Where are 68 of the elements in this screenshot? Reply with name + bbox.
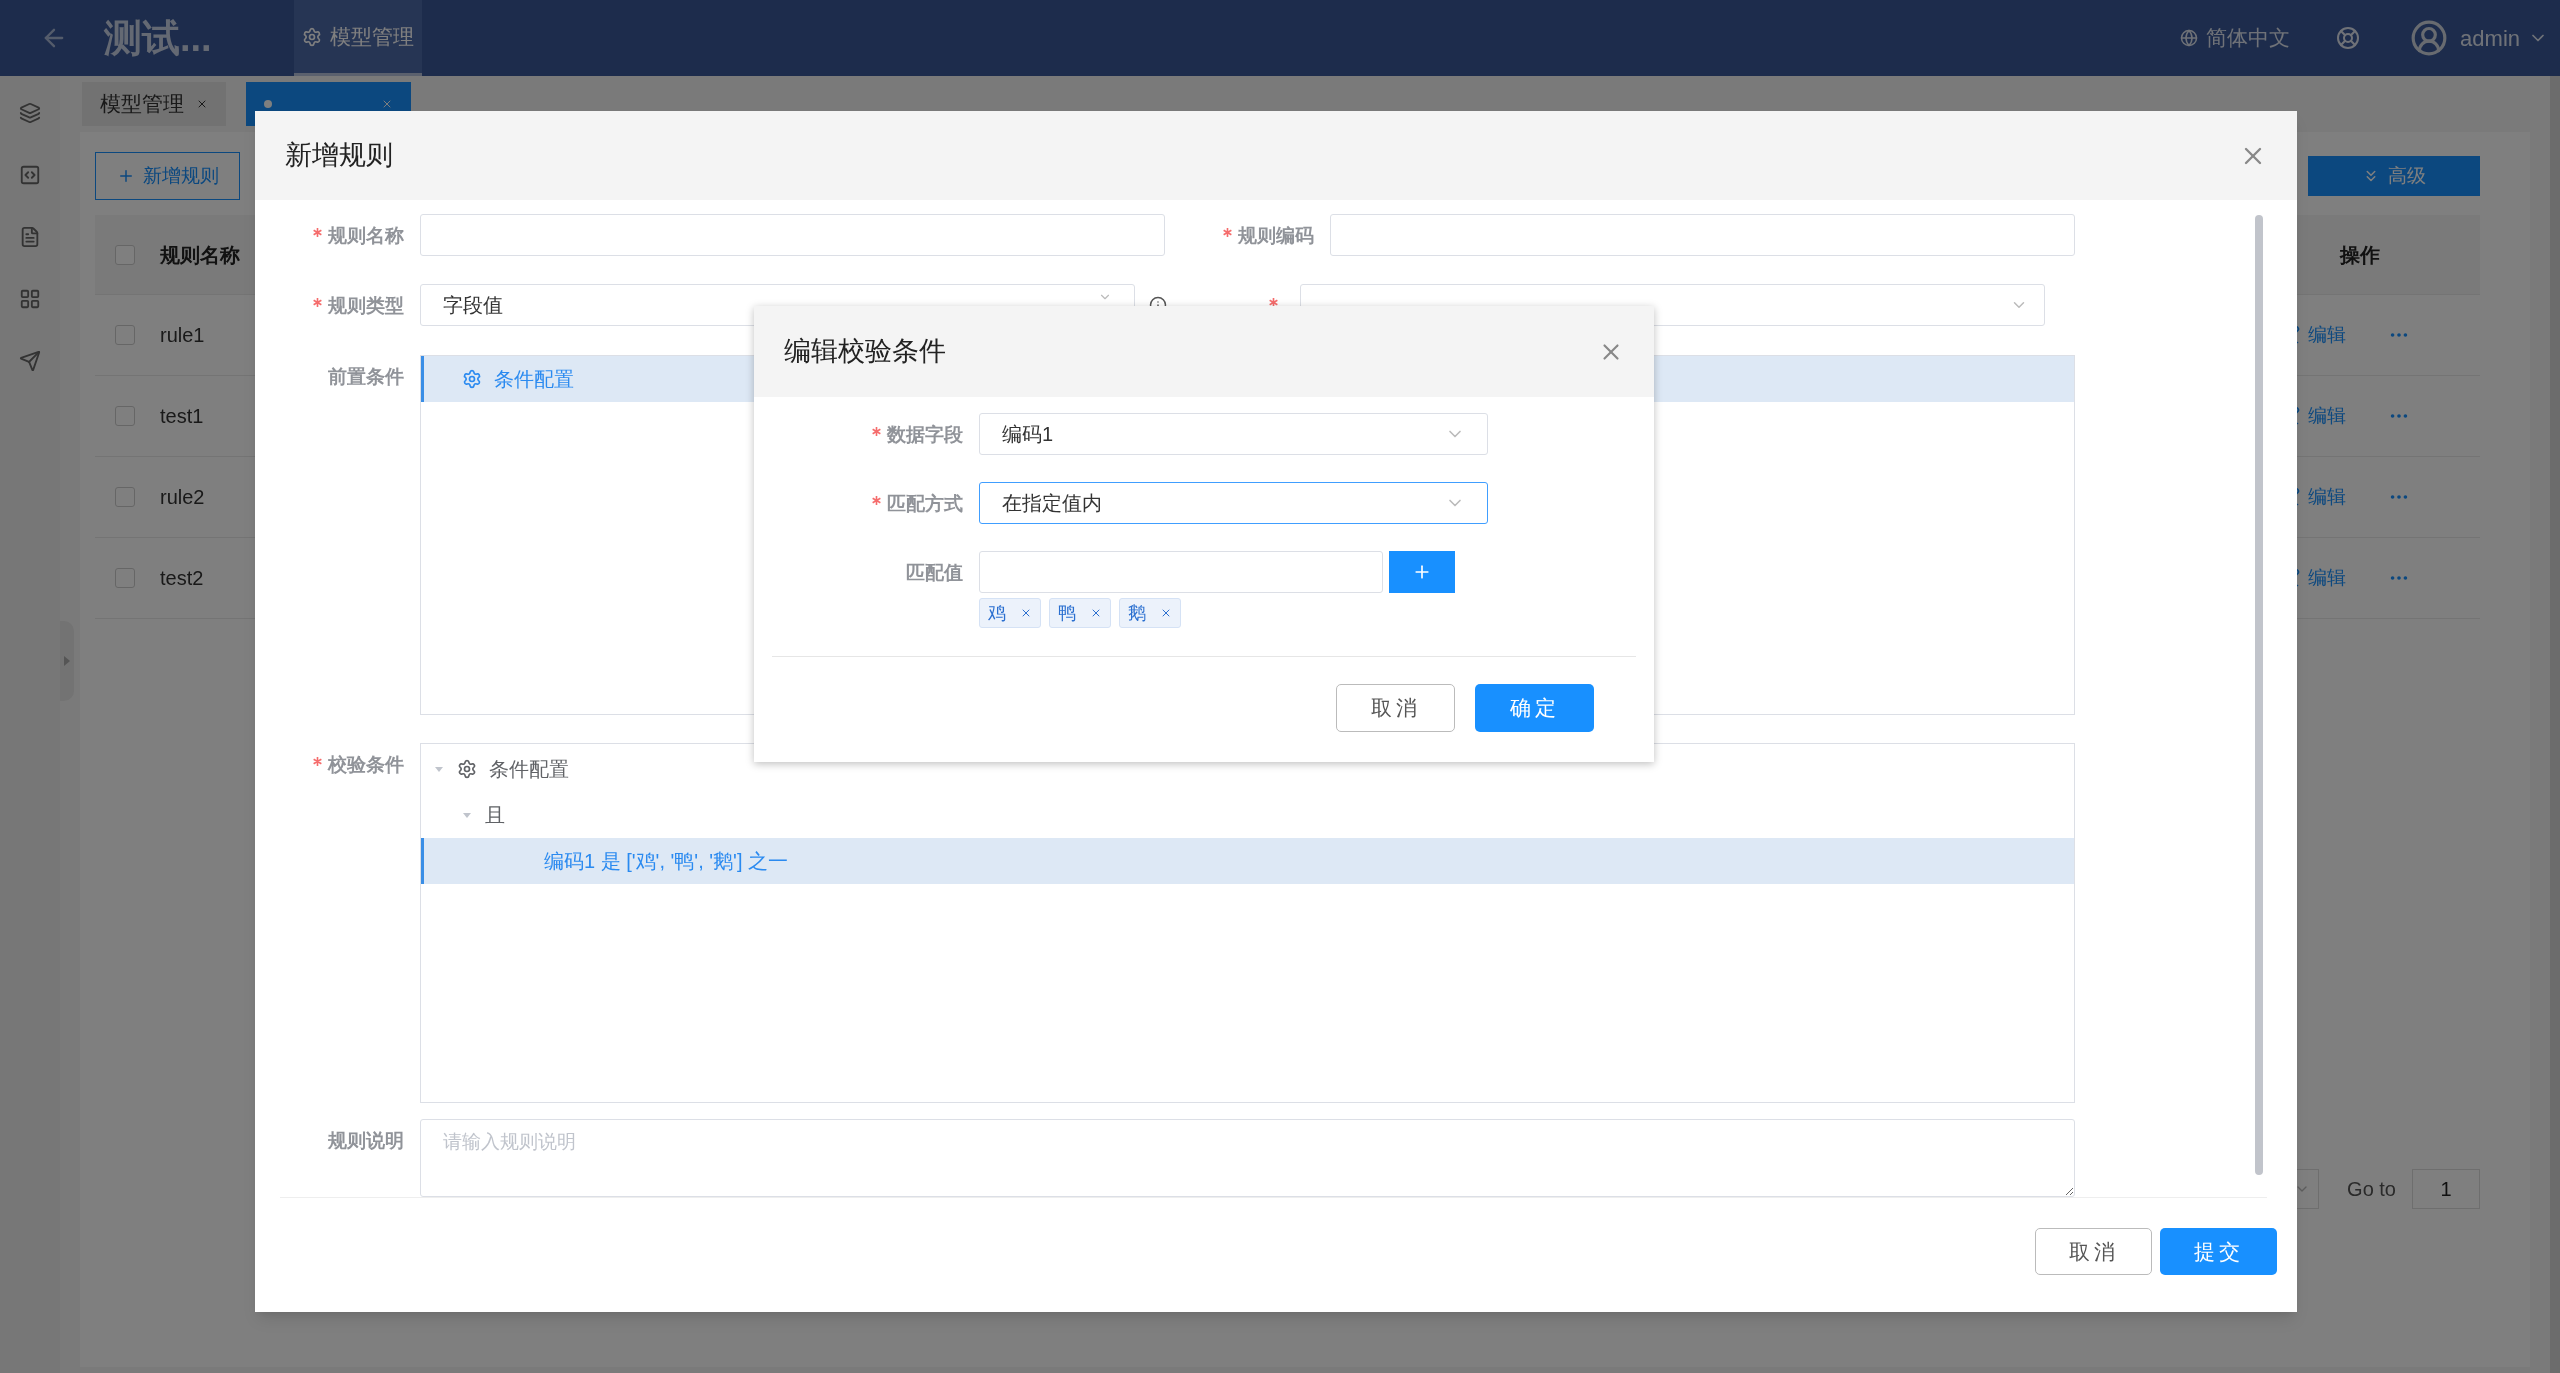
nav-item[interactable]: 模型管理 (294, 0, 422, 76)
layers-icon[interactable] (19, 102, 41, 124)
table-cell-text: rule2 (160, 485, 205, 510)
value-tag: 鹅 (1119, 598, 1181, 628)
field-label: 规则编码 (1238, 224, 1314, 248)
grid-icon[interactable] (19, 288, 41, 310)
confirm-button[interactable]: 确定 (1475, 684, 1594, 732)
tree-row[interactable]: 编码1 是 ['鸡', '鸭', '鹅'] 之一 (421, 838, 2074, 884)
goto-label: Go to (2347, 1177, 2396, 1202)
remove-icon[interactable] (1020, 607, 1032, 619)
field-label: 规则名称 (328, 224, 404, 248)
document-icon[interactable] (19, 226, 41, 248)
scrollbar[interactable] (2255, 215, 2263, 1175)
field-label: 匹配方式 (887, 492, 963, 516)
language-button[interactable]: 简体中文 (2180, 22, 2291, 54)
field-label: 规则类型 (328, 294, 404, 318)
checkbox[interactable] (115, 487, 135, 507)
field-label: 校验条件 (328, 753, 404, 777)
field-label: 匹配值 (906, 561, 963, 585)
app-title: 测试... (104, 15, 213, 61)
input-field[interactable] (979, 551, 1383, 593)
column-header: 操作 (2340, 242, 2380, 268)
table-cell-text: test1 (160, 404, 204, 429)
remove-icon[interactable] (1160, 607, 1172, 619)
table-cell-text: test2 (160, 566, 204, 591)
user-menu[interactable]: admin (2460, 21, 2548, 55)
value-tag: 鸡 (979, 598, 1041, 628)
cancel-button[interactable]: 取消 (2035, 1228, 2152, 1275)
tree-row[interactable]: 且 (421, 792, 2074, 838)
dialog-title: 新增规则 (285, 139, 393, 173)
avatar-icon[interactable] (2410, 19, 2449, 57)
cancel-button[interactable]: 取消 (1336, 684, 1455, 732)
page-input[interactable]: 1 (2412, 1169, 2480, 1209)
remove-icon[interactable] (1090, 607, 1102, 619)
settings-icon (302, 26, 322, 47)
close-icon[interactable] (381, 98, 393, 110)
page-tab[interactable]: 模型管理 (82, 82, 226, 126)
value-tag: 鸭 (1049, 598, 1111, 628)
help-icon[interactable] (2336, 26, 2361, 50)
input-field[interactable] (420, 214, 1165, 256)
input-field[interactable] (1330, 214, 2075, 256)
field-label: 规则说明 (328, 1129, 404, 1153)
description-field[interactable]: 请输入规则说明 (420, 1119, 2075, 1197)
collapse-handle[interactable] (60, 621, 74, 701)
add-rule-button[interactable]: 新增规则 (95, 152, 240, 200)
column-header: 规则名称 (160, 242, 240, 268)
settings-icon (457, 759, 477, 779)
code-icon[interactable] (19, 164, 41, 186)
settings-icon (462, 369, 482, 389)
close-icon[interactable] (196, 98, 208, 110)
tree-label: 编码1 是 ['鸡', '鸭', '鹅'] 之一 (544, 849, 789, 874)
send-icon[interactable] (19, 350, 41, 372)
select-field[interactable]: 在指定值内 (979, 482, 1488, 524)
select-field[interactable]: 编码1 (979, 413, 1488, 455)
checkbox[interactable] (115, 568, 135, 588)
dialog-title: 编辑校验条件 (784, 335, 946, 369)
checkbox[interactable] (115, 325, 135, 345)
submit-button[interactable]: 提交 (2160, 1228, 2277, 1275)
checkbox[interactable] (115, 244, 135, 265)
field-label: 前置条件 (328, 365, 404, 389)
field-label: 数据字段 (887, 423, 963, 447)
globe-icon (2180, 29, 2199, 47)
scrollbar[interactable] (2550, 76, 2560, 1373)
advanced-button[interactable]: 高级 (2308, 156, 2480, 196)
tree-label: 条件配置 (489, 757, 569, 782)
tree-label: 且 (485, 803, 505, 828)
checkbox[interactable] (115, 406, 135, 426)
table-cell-text: rule1 (160, 323, 205, 348)
